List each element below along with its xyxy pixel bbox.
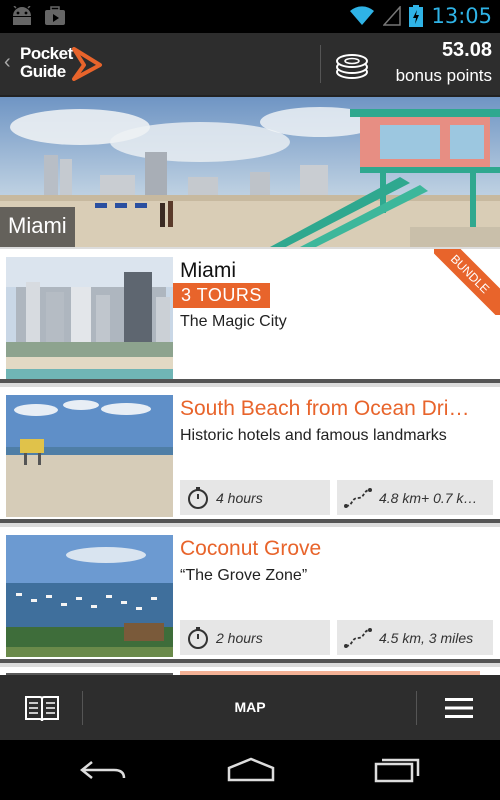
list-item-south-beach[interactable]: South Beach from Ocean Dri… Historic hot… — [0, 387, 500, 523]
logo-arrow-icon — [72, 47, 102, 81]
route-icon — [344, 627, 372, 648]
coconut-grove-thumbnail — [6, 535, 173, 657]
bundle-title: Miami — [180, 259, 236, 282]
tour-distance: 4.5 km, 3 miles — [379, 629, 474, 646]
tour-subtitle: Historic hotels and famous landmarks — [180, 427, 447, 444]
status-time: 13:05 — [431, 4, 492, 28]
distance-chip: 4.8 km+ 0.7 k… — [337, 480, 493, 515]
bottom-divider-left — [82, 691, 83, 725]
coins-icon[interactable] — [334, 50, 370, 80]
back-chevron-icon[interactable]: ‹ — [4, 51, 11, 74]
bonus-points-label: bonus points — [395, 66, 492, 85]
battery-charging-icon — [409, 5, 424, 27]
tour-distance: 4.8 km+ 0.7 k… — [379, 489, 478, 506]
hero-title: Miami — [0, 207, 75, 247]
miami-beach-hero-image — [0, 97, 500, 247]
stopwatch-icon — [188, 626, 208, 649]
stopwatch-icon — [188, 486, 208, 509]
wifi-icon — [350, 6, 375, 25]
header-divider — [320, 45, 321, 83]
app-header: ‹ Pocket Guide 53.08 bonus points — [0, 33, 500, 95]
bundle-ribbon: BUNDLE — [434, 249, 500, 315]
system-navigation-bar — [0, 740, 500, 800]
recent-apps-icon[interactable] — [372, 756, 422, 784]
bonus-points-value: 53.08 — [441, 39, 492, 61]
bottom-action-bar: MAP — [0, 675, 500, 740]
distance-chip: 4.5 km, 3 miles — [337, 620, 493, 655]
hero-banner: Miami — [0, 95, 500, 247]
bottom-divider-right — [416, 691, 417, 725]
signal-icon — [383, 6, 402, 26]
play-store-icon — [45, 6, 65, 25]
pocket-guide-logo[interactable]: Pocket Guide — [20, 45, 106, 83]
tour-title: Coconut Grove — [180, 537, 322, 560]
route-icon — [344, 487, 372, 508]
tour-duration: 4 hours — [216, 489, 263, 506]
duration-chip: 4 hours — [180, 480, 330, 515]
duration-chip: 2 hours — [180, 620, 330, 655]
tours-count-badge: 3 TOURS — [173, 283, 270, 308]
home-icon[interactable] — [226, 756, 276, 784]
hamburger-menu-icon[interactable] — [444, 696, 474, 720]
tour-duration: 2 hours — [216, 629, 263, 646]
status-bar: 13:05 — [0, 0, 500, 33]
guidebook-icon[interactable] — [24, 693, 60, 723]
back-icon[interactable] — [78, 756, 128, 784]
list-item-bundle[interactable]: Miami 3 TOURS The Magic City BUNDLE — [0, 249, 500, 383]
tour-list[interactable]: Miami 3 TOURS The Magic City BUNDLE Sout… — [0, 247, 500, 675]
android-icon — [13, 6, 31, 25]
tour-title: South Beach from Ocean Dri… — [180, 397, 470, 420]
map-button[interactable]: MAP — [200, 699, 300, 715]
list-item-partial[interactable] — [0, 667, 500, 675]
bundle-subtitle: The Magic City — [180, 313, 287, 330]
south-beach-thumbnail — [6, 395, 173, 517]
logo-text: Pocket Guide — [20, 44, 73, 81]
miami-city-thumbnail — [6, 257, 173, 379]
tour-subtitle: “The Grove Zone” — [180, 567, 308, 584]
list-item-coconut-grove[interactable]: Coconut Grove “The Grove Zone” 2 hours 4… — [0, 527, 500, 663]
